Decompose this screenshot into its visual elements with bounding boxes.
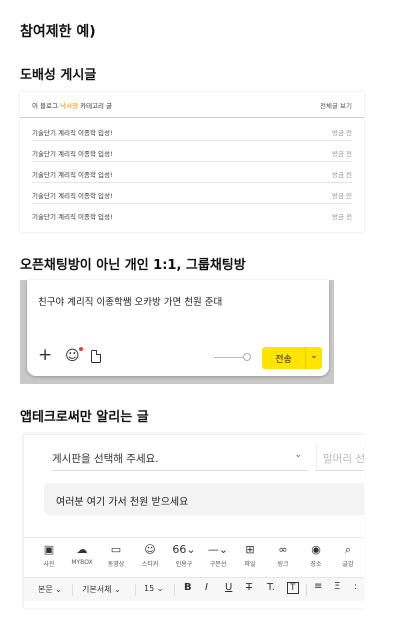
paragraph-style-label: 본문 bbox=[38, 585, 53, 594]
chat-input-panel: 친구야 계리직 이종학쌤 오카방 가면 천원 준대 + ☺ 전송 ⌄ bbox=[27, 280, 329, 376]
prefix-select[interactable]: 말머리 선 bbox=[316, 443, 364, 471]
chevron-down-icon: ⌄ bbox=[294, 450, 302, 460]
blog-category-name[interactable]: 낙서장 bbox=[60, 102, 78, 110]
blog-post-time: 방금 전 bbox=[331, 213, 352, 221]
video-icon: ▭ bbox=[110, 543, 122, 556]
tool-file[interactable]: ⊞ 파일 bbox=[233, 542, 267, 568]
tool-photo[interactable]: ▣ 사진 bbox=[32, 542, 66, 568]
section-title-spam: 도배성 게시글 bbox=[20, 68, 97, 83]
strikethrough-icon[interactable]: T bbox=[246, 582, 252, 593]
blog-post-title[interactable]: 기술단기 계리직 이종학 입성! bbox=[32, 127, 113, 137]
font-size-slider-track[interactable] bbox=[214, 357, 244, 358]
text-color-icon[interactable]: T. bbox=[267, 582, 275, 593]
font-size-select[interactable]: 15 ⌄ bbox=[144, 584, 163, 593]
section-title-chat: 오픈채팅방이 아닌 개인 1:1, 그룹채팅방 bbox=[20, 258, 246, 273]
photo-icon: ▣ bbox=[43, 543, 55, 556]
blog-post-time: 방금 전 bbox=[331, 192, 352, 200]
chat-message-input[interactable]: 친구야 계리직 이종학쌤 오카방 가면 천원 준대 bbox=[38, 294, 222, 308]
bold-icon[interactable]: B bbox=[184, 582, 192, 593]
section-title-app: 앱테크로써만 알리는 글 bbox=[20, 410, 149, 425]
page-title: 참여제한 예) bbox=[20, 24, 96, 40]
search-icon: ⌕ bbox=[344, 543, 352, 556]
tool-label: 장소 bbox=[310, 561, 322, 568]
tool-label: 파일 bbox=[244, 561, 256, 568]
tool-sticker[interactable]: ☺ 스티커 bbox=[133, 542, 167, 568]
blog-post-time: 방금 전 bbox=[331, 129, 352, 137]
blog-post-row[interactable]: 기술단기 계리직 이종학 입성! 방금 전 bbox=[32, 162, 352, 183]
blog-post-title[interactable]: 기술단기 계리직 이종학 입성! bbox=[32, 169, 113, 179]
quote-icon: 66⌄ bbox=[172, 543, 196, 556]
send-button[interactable]: 전송 ⌄ bbox=[262, 347, 322, 369]
italic-icon[interactable]: I bbox=[205, 582, 208, 593]
tool-label: 동영상 bbox=[107, 561, 125, 568]
tool-divider[interactable]: —⌄ 구분선 bbox=[201, 542, 235, 568]
blog-post-row[interactable]: 기술단기 계리직 이종학 입성! 방금 전 bbox=[32, 183, 352, 204]
tool-mybox[interactable]: ☁ MYBOX bbox=[65, 542, 99, 566]
file-icon[interactable] bbox=[91, 350, 101, 363]
tool-quote[interactable]: 66⌄ 인용구 bbox=[167, 542, 201, 568]
chevron-down-icon[interactable]: ⌄ bbox=[306, 351, 322, 361]
board-select[interactable]: 게시판을 선택해 주세요. ⌄ bbox=[52, 443, 308, 471]
format-divider bbox=[72, 584, 73, 596]
tool-search[interactable]: ⌕ 글감 bbox=[331, 542, 365, 568]
text-background-icon[interactable]: T bbox=[287, 582, 299, 594]
line-spacing-icon[interactable]: Ξ bbox=[334, 581, 340, 592]
font-family-label: 기본서체 bbox=[82, 585, 112, 594]
post-title-value: 여러분 여기 가서 천원 받으세요 bbox=[56, 497, 189, 508]
paragraph-style-select[interactable]: 본문 ⌄ bbox=[38, 584, 62, 595]
font-family-select[interactable]: 기본서체 ⌄ bbox=[82, 584, 121, 595]
sticker-icon: ☺ bbox=[144, 543, 156, 556]
emoji-icon[interactable]: ☺ bbox=[65, 349, 80, 363]
tool-place[interactable]: ◉ 장소 bbox=[299, 542, 333, 568]
board-select-label: 게시판을 선택해 주세요. bbox=[52, 453, 159, 465]
more-icon[interactable]: : bbox=[354, 582, 357, 592]
link-icon: ∞ bbox=[278, 543, 288, 556]
blog-caption-prefix: 이 블로그 bbox=[32, 102, 58, 110]
tool-video[interactable]: ▭ 동영상 bbox=[99, 542, 133, 568]
post-title-field[interactable]: 여러분 여기 가서 천원 받으세요 bbox=[44, 483, 364, 515]
underline-icon[interactable]: U bbox=[225, 582, 232, 593]
mybox-icon: ☁ bbox=[76, 543, 88, 556]
tool-link[interactable]: ∞ 링크 bbox=[266, 542, 300, 568]
prefix-select-label: 말머리 선 bbox=[323, 453, 364, 465]
view-all-link[interactable]: 전체글 보기 bbox=[320, 100, 352, 110]
blog-post-title[interactable]: 기술단기 계리직 이종학 입성! bbox=[32, 190, 113, 200]
blog-post-time: 방금 전 bbox=[331, 150, 352, 158]
format-divider bbox=[174, 584, 175, 596]
notification-dot bbox=[79, 347, 83, 351]
tool-label: 링크 bbox=[277, 561, 289, 568]
blog-list-header: 이 블로그 낙서장 카테고리 글 전체글 보기 bbox=[20, 92, 364, 118]
place-icon: ◉ bbox=[311, 543, 321, 556]
tool-label: 스티커 bbox=[141, 561, 159, 568]
insert-toolbar: ▣ 사진 ☁ MYBOX ▭ 동영상 ☺ 스티커 66⌄ 인용구 —⌄ 구분선 … bbox=[24, 537, 364, 575]
font-size-label: 15 bbox=[144, 584, 155, 593]
format-divider bbox=[306, 584, 307, 596]
blog-category-list: 이 블로그 낙서장 카테고리 글 전체글 보기 기술단기 계리직 이종학 입성!… bbox=[20, 92, 364, 232]
blog-list-caption: 이 블로그 낙서장 카테고리 글 bbox=[32, 100, 112, 110]
align-left-icon[interactable]: ≡ bbox=[314, 581, 322, 592]
blog-post-time: 방금 전 bbox=[331, 171, 352, 179]
blog-caption-suffix: 카테고리 글 bbox=[80, 102, 113, 110]
blog-post-row[interactable]: 기술단기 계리직 이종학 입성! 방금 전 bbox=[32, 141, 352, 162]
divider-icon: —⌄ bbox=[207, 543, 229, 556]
format-divider bbox=[135, 584, 136, 596]
tool-label: 구분선 bbox=[209, 561, 227, 568]
blog-post-row[interactable]: 기술단기 계리직 이종학 입성! 방금 전 bbox=[32, 204, 352, 225]
font-size-slider-handle[interactable] bbox=[243, 353, 251, 361]
send-button-label: 전송 bbox=[275, 355, 292, 365]
tool-label: MYBOX bbox=[71, 559, 93, 566]
blog-post-title[interactable]: 기술단기 계리직 이종학 입성! bbox=[32, 211, 113, 221]
blog-post-row[interactable]: 기술단기 계리직 이종학 입성! 방금 전 bbox=[32, 120, 352, 141]
tool-label: 글감 bbox=[342, 561, 354, 568]
format-toolbar: 본문 ⌄ 기본서체 ⌄ 15 ⌄ B I U T T. T ≡ Ξ : bbox=[24, 577, 364, 601]
blog-post-title[interactable]: 기술단기 계리직 이종학 입성! bbox=[32, 148, 113, 158]
file-icon: ⊞ bbox=[245, 543, 255, 556]
plus-icon[interactable]: + bbox=[38, 347, 52, 364]
tool-label: 인용구 bbox=[175, 561, 193, 568]
tool-label: 사진 bbox=[43, 561, 55, 568]
